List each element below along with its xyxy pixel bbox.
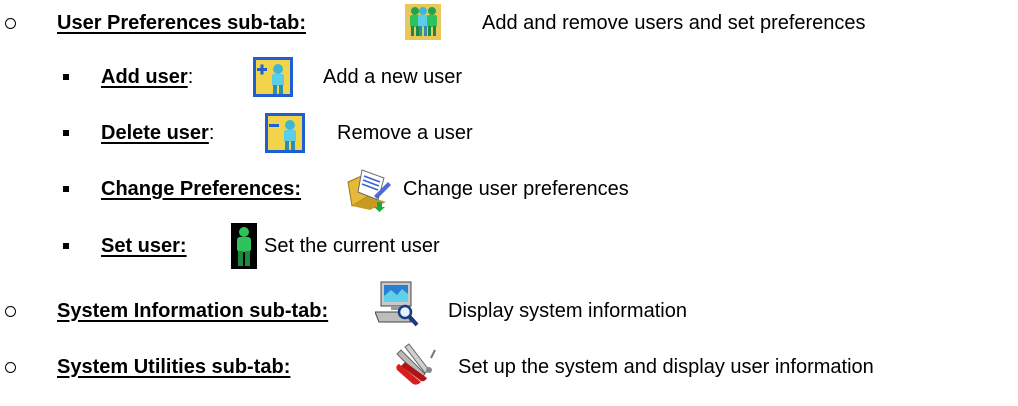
delete-user-icon bbox=[265, 113, 305, 153]
list-item-delete-user: Delete user: Remove a user bbox=[0, 112, 1018, 154]
item-title: Change Preferences: bbox=[101, 177, 302, 200]
square-bullet bbox=[63, 186, 69, 192]
list-item-change-preferences: Change Preferences: Change user preferen… bbox=[0, 166, 1018, 212]
list-item-system-information: System Information sub-tab: Display syst… bbox=[0, 281, 1018, 332]
item-separator: : bbox=[208, 121, 215, 144]
item-title: Set user: bbox=[101, 234, 187, 257]
list-item-system-utilities: System Utilities sub-tab: Set up the sys… bbox=[0, 343, 1018, 388]
item-title: Delete user bbox=[101, 121, 209, 144]
user-preferences-icon bbox=[405, 4, 441, 40]
item-description: Remove a user bbox=[337, 121, 473, 144]
item-description: Set the current user bbox=[264, 234, 440, 257]
list-item-set-user: Set user: Set the current user bbox=[0, 223, 1018, 269]
system-utilities-icon bbox=[395, 342, 437, 386]
item-title: System Information sub-tab: bbox=[57, 299, 329, 322]
add-user-icon bbox=[253, 57, 293, 97]
list-item-user-preferences: User Preferences sub-tab: Add and remove… bbox=[0, 2, 1018, 44]
square-bullet bbox=[63, 74, 69, 80]
circle-bullet bbox=[5, 306, 16, 317]
item-description: Set up the system and display user infor… bbox=[458, 355, 874, 378]
item-title: System Utilities sub-tab: bbox=[57, 355, 291, 378]
item-description: Display system information bbox=[448, 299, 687, 322]
change-preferences-icon bbox=[346, 166, 392, 212]
set-user-icon bbox=[231, 223, 257, 269]
circle-bullet bbox=[5, 362, 16, 373]
square-bullet bbox=[63, 243, 69, 249]
item-separator: : bbox=[187, 65, 194, 88]
list-item-add-user: Add user: Add a new user bbox=[0, 56, 1018, 98]
system-information-icon bbox=[375, 280, 421, 328]
square-bullet bbox=[63, 130, 69, 136]
item-description: Add and remove users and set preferences bbox=[482, 11, 866, 34]
item-title: User Preferences sub-tab: bbox=[57, 11, 306, 34]
item-title: Add user bbox=[101, 65, 188, 88]
circle-bullet bbox=[5, 18, 16, 29]
item-description: Change user preferences bbox=[403, 177, 629, 200]
item-description: Add a new user bbox=[323, 65, 462, 88]
